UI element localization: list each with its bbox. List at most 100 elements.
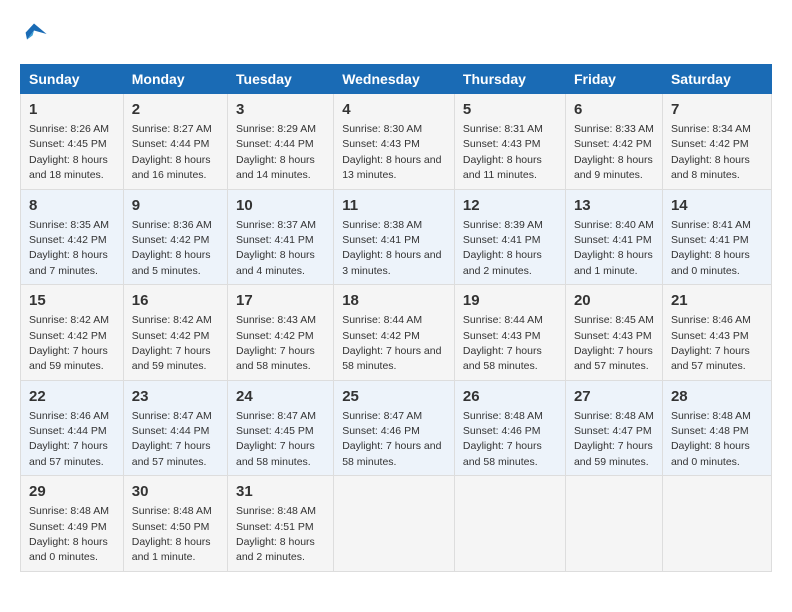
day-cell: 26 Sunrise: 8:48 AMSunset: 4:46 PMDayligh… — [454, 380, 565, 476]
day-number: 12 — [463, 195, 557, 216]
col-header-friday: Friday — [565, 65, 662, 94]
day-info: Sunrise: 8:48 AMSunset: 4:51 PMDaylight:… — [236, 505, 316, 563]
day-cell: 20 Sunrise: 8:45 AMSunset: 4:43 PMDayligh… — [565, 285, 662, 381]
day-number: 21 — [671, 290, 763, 311]
day-number: 31 — [236, 481, 325, 502]
header-row: SundayMondayTuesdayWednesdayThursdayFrid… — [21, 65, 772, 94]
day-info: Sunrise: 8:33 AMSunset: 4:42 PMDaylight:… — [574, 123, 654, 181]
day-info: Sunrise: 8:40 AMSunset: 4:41 PMDaylight:… — [574, 219, 654, 277]
day-cell: 16 Sunrise: 8:42 AMSunset: 4:42 PMDayligh… — [123, 285, 227, 381]
day-cell: 9 Sunrise: 8:36 AMSunset: 4:42 PMDaylight… — [123, 189, 227, 285]
day-info: Sunrise: 8:37 AMSunset: 4:41 PMDaylight:… — [236, 219, 316, 277]
day-number: 14 — [671, 195, 763, 216]
day-info: Sunrise: 8:27 AMSunset: 4:44 PMDaylight:… — [132, 123, 212, 181]
col-header-tuesday: Tuesday — [228, 65, 334, 94]
week-row-4: 22 Sunrise: 8:46 AMSunset: 4:44 PMDayligh… — [21, 380, 772, 476]
col-header-wednesday: Wednesday — [334, 65, 455, 94]
day-number: 28 — [671, 386, 763, 407]
day-info: Sunrise: 8:38 AMSunset: 4:41 PMDaylight:… — [342, 219, 441, 277]
day-number: 24 — [236, 386, 325, 407]
day-info: Sunrise: 8:42 AMSunset: 4:42 PMDaylight:… — [29, 314, 109, 372]
day-number: 2 — [132, 99, 219, 120]
day-cell — [454, 476, 565, 572]
day-cell: 3Sunrise: 8:29 AMSunset: 4:44 PMDaylight… — [228, 94, 334, 190]
day-cell: 31 Sunrise: 8:48 AMSunset: 4:51 PMDayligh… — [228, 476, 334, 572]
day-cell: 30 Sunrise: 8:48 AMSunset: 4:50 PMDayligh… — [123, 476, 227, 572]
day-number: 5 — [463, 99, 557, 120]
logo-bird-icon — [20, 20, 48, 48]
col-header-thursday: Thursday — [454, 65, 565, 94]
week-row-2: 8 Sunrise: 8:35 AMSunset: 4:42 PMDaylight… — [21, 189, 772, 285]
day-number: 20 — [574, 290, 654, 311]
week-row-3: 15 Sunrise: 8:42 AMSunset: 4:42 PMDayligh… — [21, 285, 772, 381]
day-cell: 6Sunrise: 8:33 AMSunset: 4:42 PMDaylight… — [565, 94, 662, 190]
day-cell: 2 Sunrise: 8:27 AMSunset: 4:44 PMDaylight… — [123, 94, 227, 190]
day-info: Sunrise: 8:35 AMSunset: 4:42 PMDaylight:… — [29, 219, 109, 277]
day-number: 13 — [574, 195, 654, 216]
day-cell: 21 Sunrise: 8:46 AMSunset: 4:43 PMDayligh… — [662, 285, 771, 381]
day-info: Sunrise: 8:42 AMSunset: 4:42 PMDaylight:… — [132, 314, 212, 372]
day-cell: 14 Sunrise: 8:41 AMSunset: 4:41 PMDayligh… — [662, 189, 771, 285]
day-cell: 28Sunrise: 8:48 AMSunset: 4:48 PMDayligh… — [662, 380, 771, 476]
day-number: 27 — [574, 386, 654, 407]
day-cell: 5 Sunrise: 8:31 AMSunset: 4:43 PMDaylight… — [454, 94, 565, 190]
day-info: Sunrise: 8:48 AMSunset: 4:50 PMDaylight:… — [132, 505, 212, 563]
day-info: Sunrise: 8:30 AMSunset: 4:43 PMDaylight:… — [342, 123, 441, 181]
day-info: Sunrise: 8:43 AMSunset: 4:42 PMDaylight:… — [236, 314, 316, 372]
day-number: 22 — [29, 386, 115, 407]
day-number: 15 — [29, 290, 115, 311]
day-number: 23 — [132, 386, 219, 407]
day-cell: 12 Sunrise: 8:39 AMSunset: 4:41 PMDayligh… — [454, 189, 565, 285]
day-number: 1 — [29, 99, 115, 120]
day-cell: 22 Sunrise: 8:46 AMSunset: 4:44 PMDayligh… — [21, 380, 124, 476]
day-cell — [565, 476, 662, 572]
day-info: Sunrise: 8:47 AMSunset: 4:45 PMDaylight:… — [236, 410, 316, 468]
day-info: Sunrise: 8:36 AMSunset: 4:42 PMDaylight:… — [132, 219, 212, 277]
day-cell — [334, 476, 455, 572]
day-info: Sunrise: 8:39 AMSunset: 4:41 PMDaylight:… — [463, 219, 543, 277]
day-cell: 27 Sunrise: 8:48 AMSunset: 4:47 PMDayligh… — [565, 380, 662, 476]
day-number: 25 — [342, 386, 446, 407]
week-row-1: 1 Sunrise: 8:26 AMSunset: 4:45 PMDaylight… — [21, 94, 772, 190]
day-number: 10 — [236, 195, 325, 216]
day-info: Sunrise: 8:47 AMSunset: 4:46 PMDaylight:… — [342, 410, 441, 468]
day-info: Sunrise: 8:44 AMSunset: 4:42 PMDaylight:… — [342, 314, 441, 372]
day-number: 4 — [342, 99, 446, 120]
col-header-monday: Monday — [123, 65, 227, 94]
day-info: Sunrise: 8:46 AMSunset: 4:43 PMDaylight:… — [671, 314, 751, 372]
day-cell: 15 Sunrise: 8:42 AMSunset: 4:42 PMDayligh… — [21, 285, 124, 381]
day-cell: 11Sunrise: 8:38 AMSunset: 4:41 PMDayligh… — [334, 189, 455, 285]
day-cell — [662, 476, 771, 572]
day-cell: 25 Sunrise: 8:47 AMSunset: 4:46 PMDayligh… — [334, 380, 455, 476]
day-info: Sunrise: 8:45 AMSunset: 4:43 PMDaylight:… — [574, 314, 654, 372]
day-info: Sunrise: 8:26 AMSunset: 4:45 PMDaylight:… — [29, 123, 109, 181]
day-cell: 8 Sunrise: 8:35 AMSunset: 4:42 PMDaylight… — [21, 189, 124, 285]
day-cell: 4 Sunrise: 8:30 AMSunset: 4:43 PMDaylight… — [334, 94, 455, 190]
day-info: Sunrise: 8:46 AMSunset: 4:44 PMDaylight:… — [29, 410, 109, 468]
week-row-5: 29 Sunrise: 8:48 AMSunset: 4:49 PMDayligh… — [21, 476, 772, 572]
day-info: Sunrise: 8:41 AMSunset: 4:41 PMDaylight:… — [671, 219, 751, 277]
page-header — [20, 20, 772, 48]
day-number: 9 — [132, 195, 219, 216]
day-info: Sunrise: 8:48 AMSunset: 4:46 PMDaylight:… — [463, 410, 543, 468]
day-cell: 13 Sunrise: 8:40 AMSunset: 4:41 PMDayligh… — [565, 189, 662, 285]
day-number: 30 — [132, 481, 219, 502]
day-number: 7 — [671, 99, 763, 120]
day-number: 26 — [463, 386, 557, 407]
day-number: 16 — [132, 290, 219, 311]
day-cell: 7 Sunrise: 8:34 AMSunset: 4:42 PMDaylight… — [662, 94, 771, 190]
day-info: Sunrise: 8:48 AMSunset: 4:49 PMDaylight:… — [29, 505, 109, 563]
calendar-table: SundayMondayTuesdayWednesdayThursdayFrid… — [20, 64, 772, 572]
day-info: Sunrise: 8:47 AMSunset: 4:44 PMDaylight:… — [132, 410, 212, 468]
day-info: Sunrise: 8:29 AMSunset: 4:44 PMDaylight:… — [236, 123, 316, 181]
day-number: 29 — [29, 481, 115, 502]
day-number: 18 — [342, 290, 446, 311]
day-info: Sunrise: 8:31 AMSunset: 4:43 PMDaylight:… — [463, 123, 543, 181]
col-header-saturday: Saturday — [662, 65, 771, 94]
col-header-sunday: Sunday — [21, 65, 124, 94]
day-info: Sunrise: 8:48 AMSunset: 4:47 PMDaylight:… — [574, 410, 654, 468]
day-number: 8 — [29, 195, 115, 216]
day-info: Sunrise: 8:44 AMSunset: 4:43 PMDaylight:… — [463, 314, 543, 372]
day-cell: 18 Sunrise: 8:44 AMSunset: 4:42 PMDayligh… — [334, 285, 455, 381]
day-info: Sunrise: 8:34 AMSunset: 4:42 PMDaylight:… — [671, 123, 751, 181]
